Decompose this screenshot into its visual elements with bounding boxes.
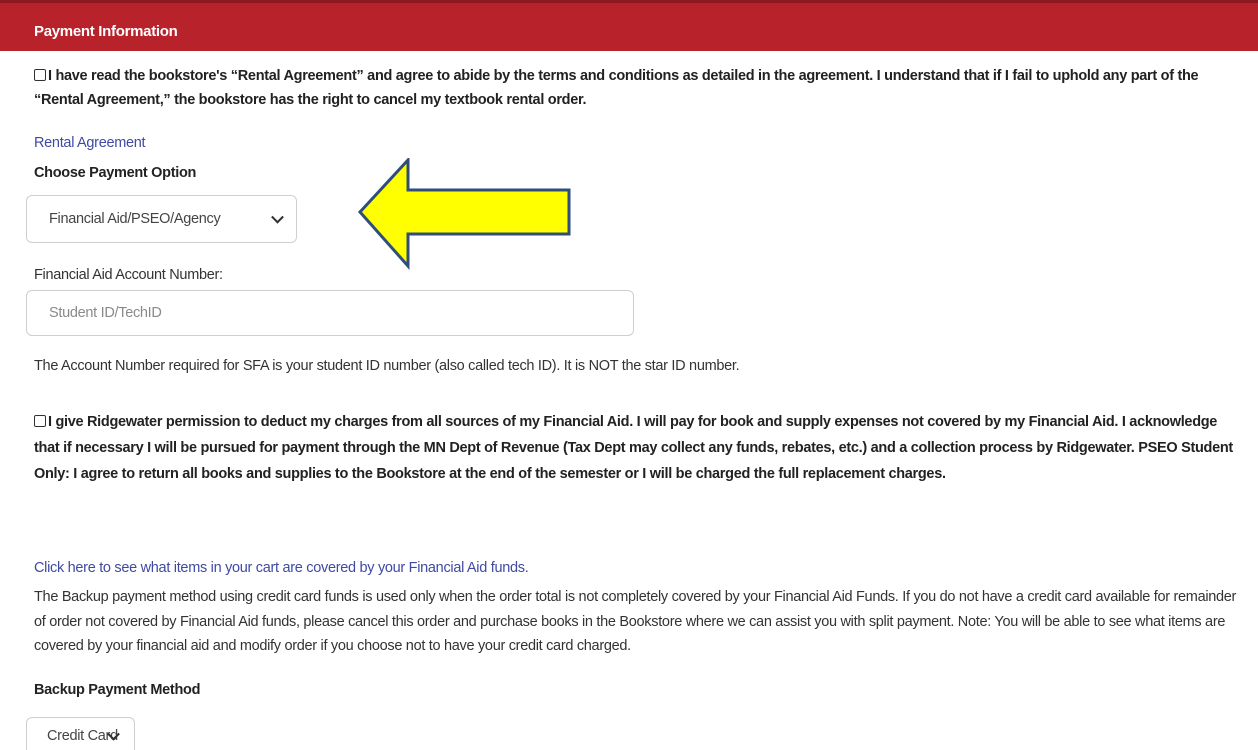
backup-payment-selected-value: Credit Card — [47, 727, 118, 744]
left-arrow-icon — [358, 158, 571, 270]
backup-payment-label: Backup Payment Method — [34, 682, 201, 698]
permission-checkbox[interactable] — [34, 415, 46, 427]
account-number-label: Financial Aid Account Number: — [34, 267, 223, 283]
covered-items-link[interactable]: Click here to see what items in your car… — [34, 560, 529, 576]
payment-option-selected-value: Financial Aid/PSEO/Agency — [49, 211, 221, 227]
covered-items-link-row: Click here to see what items in your car… — [34, 559, 529, 577]
payment-header-title: Payment Information — [34, 23, 178, 40]
rental-agreement-checkbox[interactable] — [34, 69, 46, 81]
payment-header: Payment Information — [0, 0, 1258, 51]
payment-option-label: Choose Payment Option — [34, 165, 197, 181]
rental-agreement-row: I have read the bookstore's “Rental Agre… — [34, 64, 1242, 112]
rental-agreement-text: I have read the bookstore's “Rental Agre… — [34, 68, 1199, 108]
backup-label-row: Backup Payment Method — [34, 681, 200, 699]
account-number-label-row: Financial Aid Account Number: — [34, 263, 223, 287]
rental-agreement-link[interactable]: Rental Agreement — [34, 135, 146, 151]
left-arrow-shape — [358, 158, 571, 270]
payment-option-label-row: Choose Payment Option — [34, 164, 196, 182]
payment-page: Payment Information I have read the book… — [0, 0, 1258, 750]
backup-payment-select[interactable]: Credit Card — [26, 717, 135, 750]
backup-info-text: The Backup payment method using credit c… — [34, 589, 1237, 654]
permission-text: I give Ridgewater permission to deduct m… — [34, 414, 1233, 482]
chevron-down-icon — [271, 210, 284, 224]
account-number-help: The Account Number required for SFA is y… — [34, 358, 740, 374]
rental-agreement-link-row: Rental Agreement — [34, 134, 146, 152]
account-number-input[interactable]: Student ID/TechID — [26, 290, 634, 336]
payment-option-select[interactable]: Financial Aid/PSEO/Agency — [26, 195, 297, 243]
account-number-placeholder: Student ID/TechID — [49, 305, 162, 321]
permission-row: I give Ridgewater permission to deduct m… — [34, 409, 1242, 487]
